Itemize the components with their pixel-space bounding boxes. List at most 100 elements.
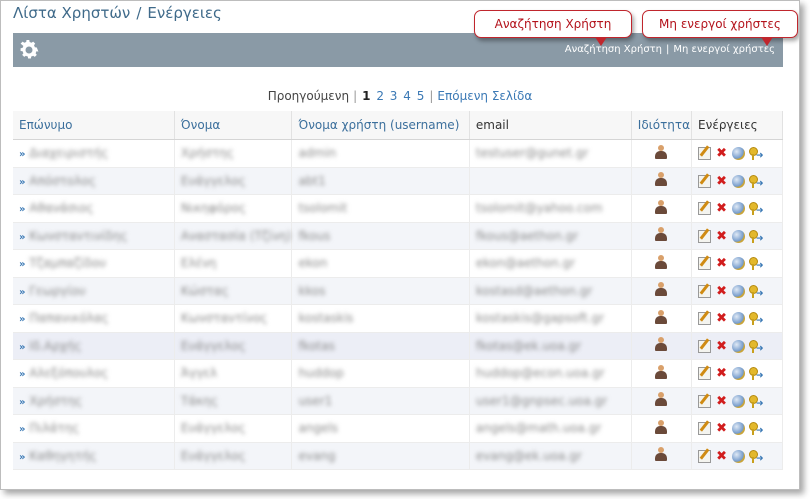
key-icon[interactable]: ➜: [749, 202, 764, 216]
page-link[interactable]: 3: [390, 89, 398, 103]
edit-icon[interactable]: [698, 367, 712, 381]
gear-icon[interactable]: [17, 38, 41, 62]
expand-arrow-icon[interactable]: »: [19, 149, 25, 160]
edit-icon[interactable]: [698, 257, 712, 271]
globe-icon[interactable]: [732, 312, 746, 326]
cell-role: [631, 332, 693, 360]
delete-icon[interactable]: ✖: [715, 285, 728, 298]
table-row[interactable]: » Ιδ.Αρχής Ευάγγελος fkotas fkotas@ek.uoa.g…: [13, 332, 783, 360]
globe-icon[interactable]: [732, 394, 746, 408]
delete-icon[interactable]: ✖: [715, 395, 728, 408]
globe-icon[interactable]: [732, 257, 746, 271]
delete-icon[interactable]: ✖: [715, 312, 728, 325]
key-icon[interactable]: ➜: [749, 229, 764, 243]
table-row[interactable]: » Κωνσταντινίδης Αναστασία (Τζίνη) fkous fk…: [13, 222, 783, 250]
col-username[interactable]: Όνομα χρήστη (username): [291, 111, 470, 140]
table-row[interactable]: » Τζαμπαζίδου Ελένη ekon ekon@aethon.gr ✖ ➜: [13, 249, 783, 278]
table-row[interactable]: » Διαχειριστής Χρήστης admin testuser@gunet…: [13, 139, 783, 168]
expand-arrow-icon[interactable]: »: [19, 397, 25, 408]
edit-icon[interactable]: [698, 312, 712, 326]
expand-arrow-icon[interactable]: »: [19, 204, 25, 215]
expand-arrow-icon[interactable]: »: [19, 232, 25, 243]
key-icon[interactable]: ➜: [749, 422, 764, 436]
key-icon[interactable]: ➜: [749, 312, 764, 326]
globe-icon[interactable]: [732, 174, 746, 188]
table-row[interactable]: » Γεωργίου Κώστας kkos kostasd@aethon.gr ✖ ➜: [13, 277, 783, 305]
inactive-users-link[interactable]: Μη ενεργοί χρήστες: [673, 44, 775, 55]
page-link[interactable]: 2: [376, 89, 384, 103]
table-row[interactable]: » Πιλάτης Ευάγγελος angels angels@math.uoa.…: [13, 414, 783, 443]
user-role-icon[interactable]: [654, 254, 668, 269]
edit-icon[interactable]: [698, 422, 712, 436]
delete-icon[interactable]: ✖: [715, 147, 728, 160]
globe-icon[interactable]: [732, 339, 746, 353]
breadcrumb-section[interactable]: Λίστα Χρηστών: [13, 4, 130, 22]
edit-icon[interactable]: [698, 394, 712, 408]
table-row[interactable]: » Καθηγητής Ευάγγελος evang evang@ek.uoa.gr…: [13, 442, 783, 470]
delete-icon[interactable]: ✖: [715, 450, 728, 463]
cell-actions: ✖ ➜: [691, 414, 783, 443]
key-icon[interactable]: ➜: [749, 367, 764, 381]
globe-icon[interactable]: [732, 449, 746, 463]
globe-icon[interactable]: [732, 284, 746, 298]
edit-icon[interactable]: [698, 147, 712, 161]
edit-icon[interactable]: [698, 174, 712, 188]
cell-actions: ✖ ➜: [691, 167, 783, 195]
user-role-icon[interactable]: [654, 144, 668, 159]
user-role-icon[interactable]: [654, 282, 668, 297]
table-row[interactable]: » Παπανικόλας Κωνσταντίνος kostaskis kostas…: [13, 304, 783, 333]
table-row[interactable]: » Αλεξόπουλος Άγγελ huddop huddop@econ.uoa.…: [13, 359, 783, 388]
col-email[interactable]: email: [469, 111, 632, 140]
user-role-icon[interactable]: [654, 419, 668, 434]
expand-arrow-icon[interactable]: »: [19, 287, 25, 298]
expand-arrow-icon[interactable]: »: [19, 342, 25, 353]
table-row[interactable]: » Αθανάσιος Νικηφόρος tsolomit tsolomit@yah…: [13, 194, 783, 223]
globe-icon[interactable]: [732, 422, 746, 436]
user-role-icon[interactable]: [654, 172, 668, 187]
expand-arrow-icon[interactable]: »: [19, 177, 25, 188]
page-link[interactable]: 5: [417, 89, 425, 103]
delete-icon[interactable]: ✖: [715, 422, 728, 435]
user-role-icon[interactable]: [654, 337, 668, 352]
expand-arrow-icon[interactable]: »: [19, 314, 25, 325]
globe-icon[interactable]: [732, 147, 746, 161]
user-role-icon[interactable]: [654, 447, 668, 462]
expand-arrow-icon[interactable]: »: [19, 369, 25, 380]
globe-icon[interactable]: [732, 367, 746, 381]
expand-arrow-icon[interactable]: »: [19, 259, 25, 270]
key-icon[interactable]: ➜: [749, 449, 764, 463]
key-icon[interactable]: ➜: [749, 339, 764, 353]
key-icon[interactable]: ➜: [749, 147, 764, 161]
edit-icon[interactable]: [698, 449, 712, 463]
delete-icon[interactable]: ✖: [715, 257, 728, 270]
key-icon[interactable]: ➜: [749, 257, 764, 271]
user-role-icon[interactable]: [654, 364, 668, 379]
delete-icon[interactable]: ✖: [715, 230, 728, 243]
table-row[interactable]: » Απόστολος Ευάγγελος abt1 ✖ ➜: [13, 167, 783, 195]
key-icon[interactable]: ➜: [749, 284, 764, 298]
delete-icon[interactable]: ✖: [715, 202, 728, 215]
edit-icon[interactable]: [698, 202, 712, 216]
table-row[interactable]: » Χρήστης Τάκης user1 user1@gnpsec.uoa.gr ✖ ➜: [13, 387, 783, 415]
key-icon[interactable]: ➜: [749, 174, 764, 188]
delete-icon[interactable]: ✖: [715, 175, 728, 188]
col-name[interactable]: Όνομα: [174, 111, 293, 140]
page-link[interactable]: 4: [403, 89, 411, 103]
pagination-next[interactable]: Επόμενη Σελίδα: [437, 89, 532, 103]
key-icon[interactable]: ➜: [749, 394, 764, 408]
user-role-icon[interactable]: [654, 309, 668, 324]
edit-icon[interactable]: [698, 229, 712, 243]
col-surname[interactable]: Επώνυμο: [13, 111, 175, 140]
expand-arrow-icon[interactable]: »: [19, 424, 25, 435]
search-user-link[interactable]: Αναζήτηση Χρήστη: [565, 44, 662, 55]
globe-icon[interactable]: [732, 229, 746, 243]
user-role-icon[interactable]: [654, 199, 668, 214]
user-role-icon[interactable]: [654, 392, 668, 407]
delete-icon[interactable]: ✖: [715, 367, 728, 380]
delete-icon[interactable]: ✖: [715, 340, 728, 353]
globe-icon[interactable]: [732, 202, 746, 216]
user-role-icon[interactable]: [654, 227, 668, 242]
edit-icon[interactable]: [698, 339, 712, 353]
edit-icon[interactable]: [698, 284, 712, 298]
expand-arrow-icon[interactable]: »: [19, 452, 25, 463]
